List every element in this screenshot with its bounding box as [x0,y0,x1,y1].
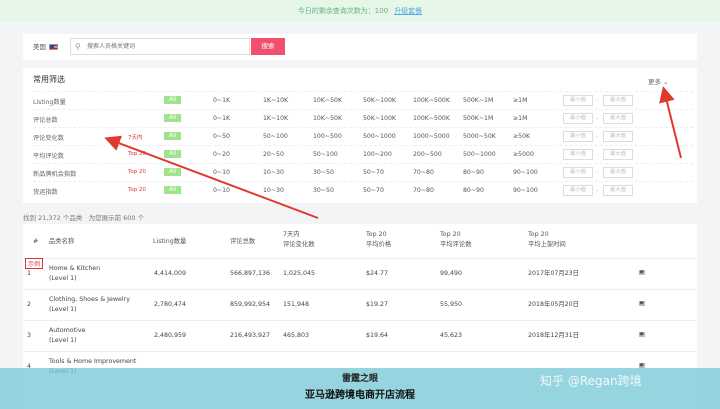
arrow-to-more-filters [659,86,682,159]
arrow-to-review-change [104,135,319,219]
annotation-arrows [104,86,682,219]
watermark: 知乎 @Regan跨境 [540,374,642,388]
